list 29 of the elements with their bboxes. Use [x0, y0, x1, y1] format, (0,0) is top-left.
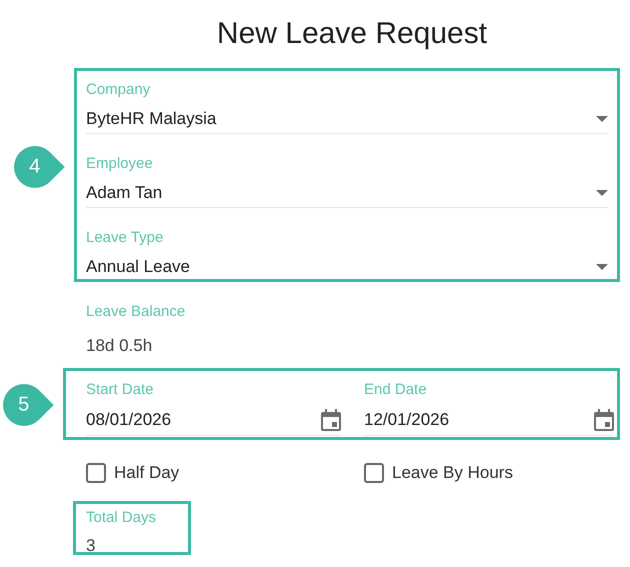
- date-field[interactable]: 12/01/2026: [364, 406, 614, 436]
- field-label: Employee: [86, 154, 153, 174]
- field-value: 18d 0.5h: [86, 335, 152, 357]
- page-title: New Leave Request: [216, 16, 488, 52]
- field-value: Adam Tan: [86, 182, 162, 204]
- field-label: Leave Type: [86, 228, 164, 248]
- field-value: 12/01/2026: [364, 408, 450, 430]
- dropdown-arrow-icon: [596, 190, 608, 196]
- dropdown-field[interactable]: Annual Leave: [86, 254, 609, 279]
- field-value: Annual Leave: [86, 256, 190, 278]
- field-label: Company: [86, 80, 150, 100]
- checkbox[interactable]: [86, 463, 106, 483]
- dropdown-field[interactable]: ByteHR Malaysia: [86, 106, 609, 134]
- calendar-icon: [321, 408, 341, 430]
- field-value: ByteHR Malaysia: [86, 108, 216, 130]
- date-field[interactable]: 08/01/2026: [86, 406, 341, 436]
- field-value: 3: [86, 535, 96, 557]
- field-label: Start Date: [86, 380, 154, 400]
- calendar-icon: [594, 408, 614, 430]
- field-value: 08/01/2026: [86, 408, 172, 430]
- checkbox[interactable]: [364, 463, 384, 483]
- checkbox-label: Half Day: [114, 462, 180, 484]
- field-label: Leave Balance: [86, 302, 186, 322]
- dropdown-arrow-icon: [596, 264, 608, 270]
- field-label: Total Days: [86, 508, 156, 528]
- field-label: End Date: [364, 380, 427, 400]
- dropdown-field[interactable]: Adam Tan: [86, 180, 609, 208]
- checkbox-label: Leave By Hours: [392, 462, 513, 484]
- dropdown-arrow-icon: [596, 116, 608, 122]
